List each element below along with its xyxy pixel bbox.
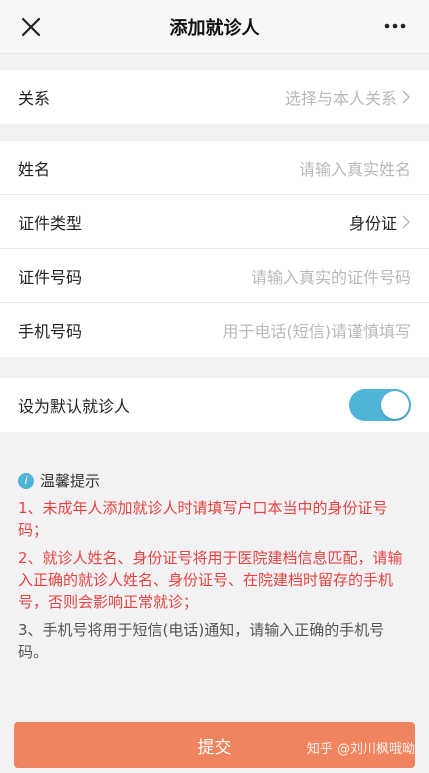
form-group: 姓名 请输入真实姓名 证件类型 身份证 证件号码 请输入真实的证件号码 手机号码… xyxy=(0,141,429,357)
relation-value[interactable]: 选择与本人关系 xyxy=(285,85,411,109)
phone-label: 手机号码 xyxy=(18,322,83,341)
tips-title: 温馨提示 xyxy=(40,472,101,490)
default-patient-row: 设为默认就诊人 xyxy=(0,378,429,432)
relation-label: 关系 xyxy=(18,89,51,108)
relation-row[interactable]: 关系 选择与本人关系 xyxy=(0,70,429,124)
id-number-row[interactable]: 证件号码 请输入真实的证件号码 xyxy=(0,249,429,303)
tip-item: 3、手机号将用于短信(电话)通知，请输入正确的手机号码。 xyxy=(18,621,385,661)
tips-header: i 温馨提示 xyxy=(18,470,411,491)
id-type-value: 身份证 xyxy=(348,213,397,233)
name-row[interactable]: 姓名 请输入真实姓名 xyxy=(0,141,429,195)
id-type-label: 证件类型 xyxy=(18,213,83,233)
tips-section: i 温馨提示 1、未成年人添加就诊人时请填写户口本当中的身份证号码； 2、就诊人… xyxy=(0,448,429,663)
relation-group: 关系 选择与本人关系 xyxy=(0,70,429,124)
tip-item: 2、就诊人姓名、身份证号将用于医院建档信息匹配，请输入正确的就诊人姓名、身份证号… xyxy=(18,549,403,611)
phone-input[interactable]: 用于电话(短信)请谨慎填写 xyxy=(223,318,412,342)
phone-row[interactable]: 手机号码 用于电话(短信)请谨慎填写 xyxy=(0,303,429,357)
default-group: 设为默认就诊人 xyxy=(0,378,429,432)
relation-placeholder: 选择与本人关系 xyxy=(284,89,397,108)
tip-item: 1、未成年人添加就诊人时请填写户口本当中的身份证号码； xyxy=(18,499,388,539)
name-input[interactable]: 请输入真实姓名 xyxy=(299,156,411,180)
id-type-select[interactable]: 身份证 xyxy=(349,210,411,234)
toggle-knob xyxy=(381,391,409,419)
id-number-input[interactable]: 请输入真实的证件号码 xyxy=(251,264,411,288)
info-icon: i xyxy=(18,472,34,489)
header: 添加就诊人 xyxy=(0,0,429,54)
name-label: 姓名 xyxy=(18,159,51,179)
page-title: 添加就诊人 xyxy=(169,18,260,39)
chevron-right-icon xyxy=(402,214,411,229)
watermark: 知乎 @刘川枫哦呦 xyxy=(306,742,415,757)
default-patient-label: 设为默认就诊人 xyxy=(18,397,131,416)
chevron-right-icon xyxy=(402,90,411,104)
id-number-label: 证件号码 xyxy=(18,267,83,287)
default-patient-toggle[interactable] xyxy=(349,389,411,421)
id-type-row[interactable]: 证件类型 身份证 xyxy=(0,195,429,249)
more-icon[interactable] xyxy=(383,16,407,36)
